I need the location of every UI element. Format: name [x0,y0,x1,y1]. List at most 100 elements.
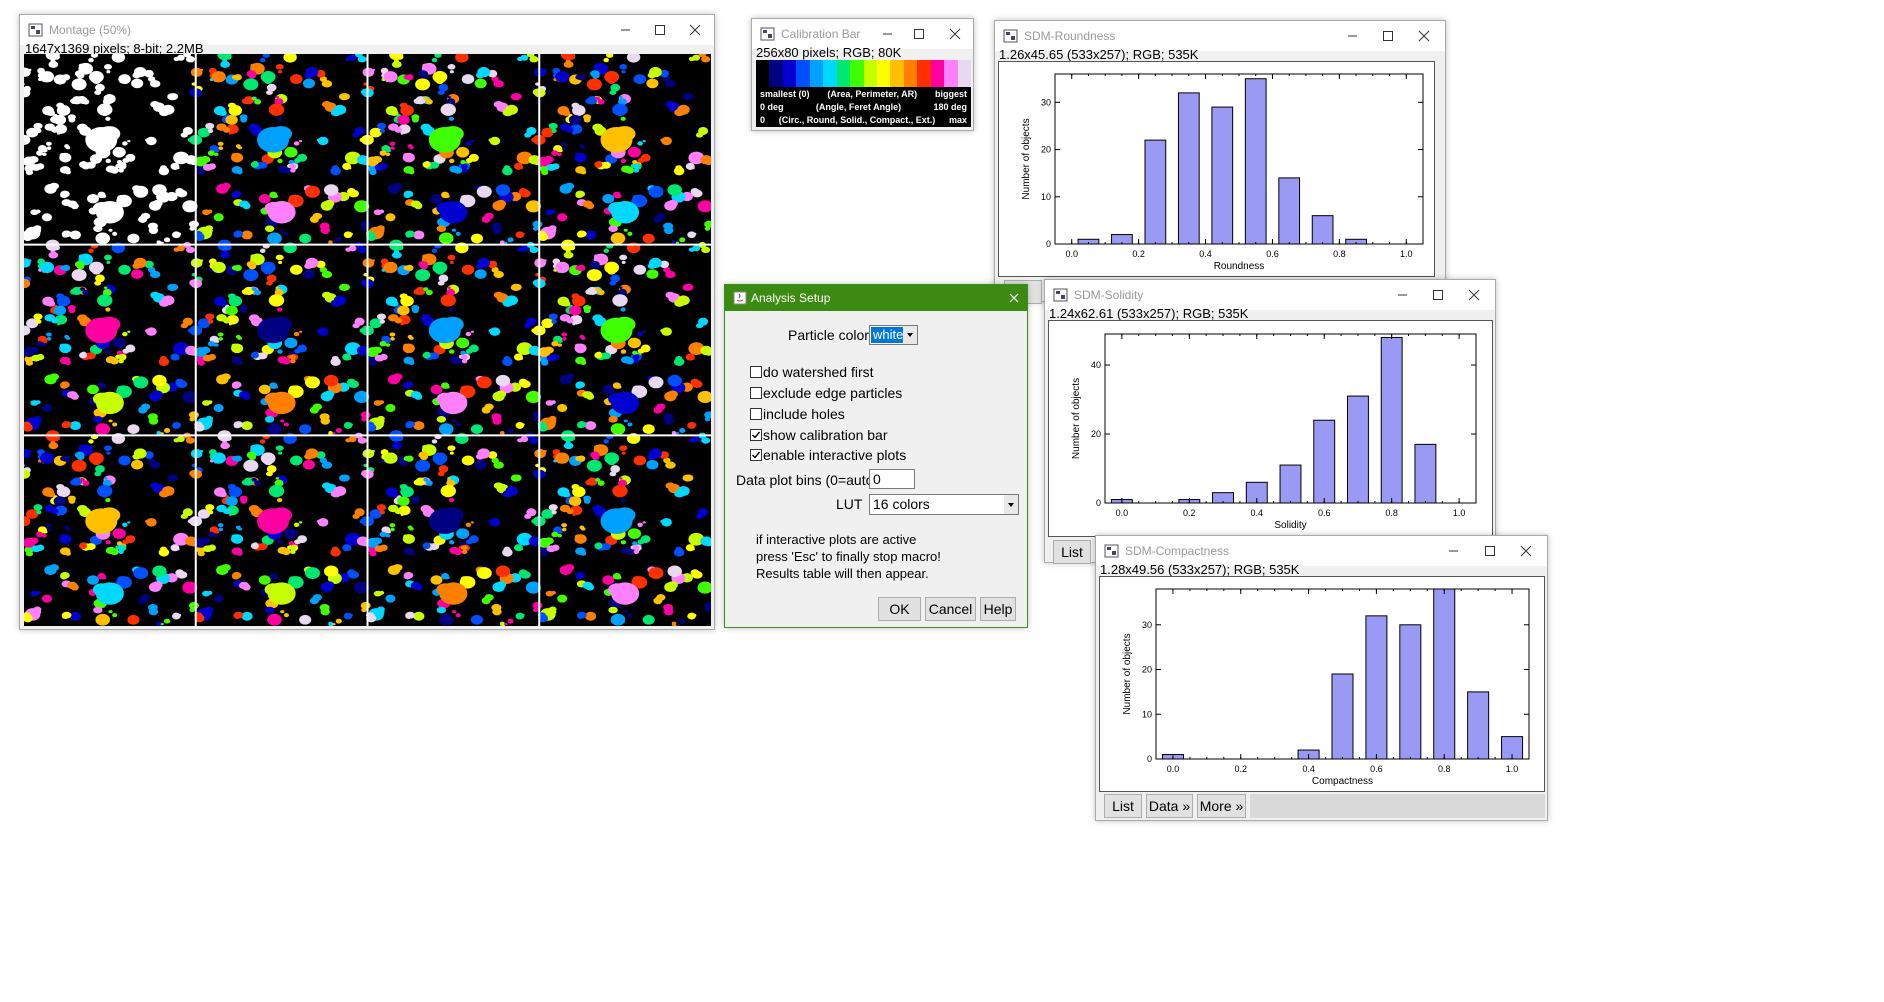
lut-value: 16 colors [873,496,930,512]
minimize-icon[interactable] [870,23,904,45]
x-tick-label: 0.2 [1132,249,1145,259]
calib-label: 0 deg [760,102,784,112]
compactness-plot-frame[interactable]: 0.0 0.2 0.4 0.6 0.8 1.0 0 10 20 30 Compactness Numb… [1099,576,1545,792]
color-swatch [903,60,918,87]
histogram-bar [1380,336,1403,504]
maximize-icon[interactable] [1371,25,1405,47]
y-tick-label: 0 [1147,754,1152,764]
chevron-down-icon[interactable] [1004,495,1018,514]
maximize-icon[interactable] [1473,540,1507,562]
particle-color-label: Particle color [788,327,869,343]
calibration-window[interactable]: Calibration Bar 256x80 pixels; RGB; 80K … [751,18,974,131]
analysis-setup-dialog[interactable]: Analysis Setup Particle color white do w… [724,284,1028,628]
solidity-plot-frame[interactable]: 0.0 0.2 0.4 0.6 0.8 1.0 0 20 40 Solidity Number of… [1048,320,1493,537]
x-tick-label: 0.0 [1116,508,1129,518]
calib-label: smallest (0) [760,89,810,99]
x-axis-label: Solidity [1274,520,1306,531]
y-axis-label: Number of objects [1071,378,1082,459]
calib-label: 0 [760,115,766,125]
compactness-title: SDM-Compactness [1125,544,1230,558]
montage-title: Montage (50%) [49,23,132,37]
compactness-window[interactable]: SDM-Compactness 1.28x49.56 (533x257); RG… [1095,535,1548,821]
histogram-bar [1177,92,1200,245]
minimize-icon[interactable] [1436,540,1470,562]
x-tick-label: 0.8 [1333,249,1346,259]
color-swatch [890,60,904,87]
close-icon[interactable] [678,19,712,41]
particle-color-value: white [871,327,906,343]
color-swatch [944,60,958,87]
histogram-bar [1279,464,1302,504]
minimize-icon[interactable] [608,19,642,41]
close-icon[interactable] [1007,291,1021,305]
x-axis-label: Compactness [1312,776,1373,787]
minimize-icon[interactable] [1335,25,1369,47]
roundness-plot-frame[interactable]: 0.0 0.2 0.4 0.6 0.8 1.0 0 10 20 30 Roundness Number… [998,61,1435,277]
lut-label: LUT [836,496,863,512]
roundness-histogram[interactable]: 0.0 0.2 0.4 0.6 0.8 1.0 0 10 20 30 Roundness Number… [999,62,1434,276]
x-tick-label: 0.6 [1318,508,1331,518]
x-tick-label: 0.4 [1199,249,1212,259]
lut-select[interactable]: 16 colors [869,494,1019,515]
color-swatch [850,60,864,87]
plot-axes [1054,73,1424,245]
x-tick-label: 1.0 [1506,764,1519,774]
montage-window[interactable]: Montage (50%) 1647x1369 pixels; 8-bit; 2… [19,14,715,630]
roundness-title: SDM-Roundness [1024,29,1116,43]
y-tick-label: 30 [1041,97,1051,107]
color-swatch [756,60,770,87]
color-swatch [796,60,810,87]
close-icon[interactable] [1407,25,1441,47]
close-icon[interactable] [1509,540,1543,562]
x-tick-label: 1.0 [1453,508,1466,518]
interactive-plots-label: enable interactive plots [763,447,907,463]
solidity-window[interactable]: SDM-Solidity 1.24x62.61 (533x257); RGB; … [1044,279,1496,564]
compactness-histogram[interactable]: 0.0 0.2 0.4 0.6 0.8 1.0 0 10 20 30 Compactness Numb… [1100,577,1544,791]
maximize-icon[interactable] [1421,284,1455,306]
dialog-title: Analysis Setup [751,291,831,305]
calib-label: (Angle, Feret Angle) [815,102,902,112]
ok-button[interactable]: OK [878,597,921,621]
include-holes-checkbox[interactable] [750,408,762,420]
imagej-icon [28,23,43,37]
close-icon[interactable] [938,23,972,45]
note-line: if interactive plots are active [756,532,917,547]
calib-label: max [948,115,967,125]
color-swatch [957,60,971,87]
y-tick-label: 40 [1091,360,1101,370]
help-button[interactable]: Help [980,597,1016,621]
minimize-icon[interactable] [1385,284,1419,306]
watershed-label: do watershed first [763,364,874,380]
dialog-titlebar[interactable]: Analysis Setup [725,285,1027,311]
check-icon [752,431,761,439]
data-button[interactable]: Data » [1146,794,1193,818]
y-tick-label: 20 [1142,665,1152,675]
color-swatch [876,60,891,87]
maximize-icon[interactable] [643,19,677,41]
close-icon[interactable] [1457,284,1491,306]
calibration-title: Calibration Bar [781,27,861,41]
histogram-bar [1365,615,1388,760]
montage-image[interactable] [24,54,711,626]
calibration-bar-checkbox[interactable] [750,429,762,441]
list-button[interactable]: List [1053,540,1091,564]
roundness-window[interactable]: SDM-Roundness 1.26x45.65 (533x257); RGB;… [994,20,1446,304]
x-tick-label: 0.6 [1266,249,1279,259]
color-swatch [823,60,837,87]
cancel-button[interactable]: Cancel [925,597,976,621]
x-tick-label: 0.2 [1235,764,1248,774]
calibration-colorbar [756,60,971,87]
exclude-edge-checkbox[interactable] [750,387,762,399]
solidity-histogram[interactable]: 0.0 0.2 0.4 0.6 0.8 1.0 0 20 40 Solidity Number of… [1049,321,1492,536]
interactive-plots-checkbox[interactable] [750,449,762,461]
list-button[interactable]: List [1104,794,1142,818]
watershed-checkbox[interactable] [750,366,762,378]
particle-color-select[interactable]: white [869,325,918,345]
calibration-info: 256x80 pixels; RGB; 80K [756,45,902,60]
status-area [1250,794,1545,818]
more-button[interactable]: More » [1197,794,1246,818]
chevron-down-icon[interactable] [903,326,917,344]
maximize-icon[interactable] [902,23,936,45]
x-axis-label: Roundness [1214,261,1265,272]
bins-input[interactable]: 0 [869,469,915,489]
